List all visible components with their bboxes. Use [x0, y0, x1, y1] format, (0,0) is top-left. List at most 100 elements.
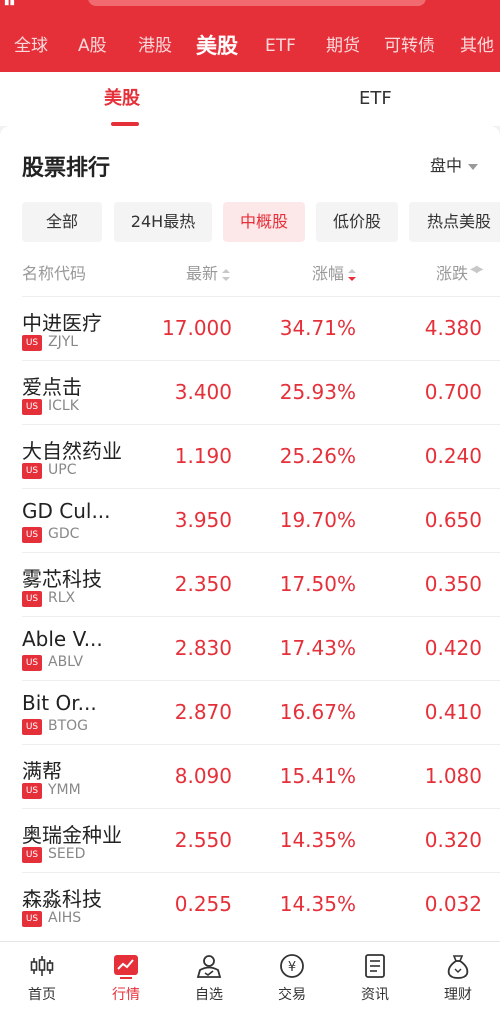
stock-change: 0.350 [424, 572, 482, 596]
nav-news[interactable]: 资讯 [333, 942, 417, 1009]
nav-trade[interactable]: ¥ 交易 [250, 942, 334, 1009]
filter-all[interactable]: 全部 [22, 202, 102, 242]
filter-hot-us[interactable]: 热点美股 [409, 202, 500, 242]
news-document-icon [365, 954, 385, 978]
filter-low-price[interactable]: 低价股 [316, 202, 398, 242]
column-header: 名称代码 最新 涨幅 涨跌 ◀▶ [0, 256, 500, 286]
row-divider [22, 552, 500, 553]
sub-tabs: 美股 ETF [0, 72, 500, 126]
stock-code: GDC [48, 526, 80, 542]
stock-row[interactable]: Bit Or... US BTOG 2.870 16.67% 0.410 [0, 680, 500, 744]
stock-pct: 14.35% [279, 828, 356, 852]
market-badge: US [22, 463, 42, 479]
trade-yen-icon: ¥ [280, 954, 304, 978]
nav-label: 自选 [195, 987, 223, 1003]
stock-price: 2.870 [174, 700, 232, 724]
stock-code: ZJYL [48, 334, 79, 350]
stock-row[interactable]: Able V... US ABLV 2.830 17.43% 0.420 [0, 616, 500, 680]
stock-name: GD Cul... [22, 499, 111, 523]
stock-name: 森淼科技 [22, 887, 102, 911]
filter-24h-hot[interactable]: 24H最热 [114, 202, 212, 242]
wealth-bag-icon [447, 955, 469, 979]
filter-chips: 全部 24H最热 中概股 低价股 热点美股 [22, 202, 500, 242]
bottom-nav: 首页 行情 自选 ¥ 交易 资讯 理财 [0, 941, 500, 1009]
stock-row[interactable]: 雾芯科技 US RLX 2.350 17.50% 0.350 [0, 552, 500, 616]
row-divider [22, 296, 500, 297]
stock-change: 0.032 [424, 892, 482, 916]
stock-pct: 17.50% [279, 572, 356, 596]
market-tab-etf[interactable]: ETF [265, 28, 296, 64]
stock-pct: 34.71% [279, 316, 356, 340]
stock-row[interactable]: 爱点击 US ICLK 3.400 25.93% 0.700 [0, 360, 500, 424]
market-tab-a-share[interactable]: A股 [78, 28, 107, 64]
col-latest-label: 最新 [186, 264, 219, 283]
stock-code: BTOG [48, 718, 89, 734]
market-badge: US [22, 527, 42, 543]
stock-change: 0.240 [424, 444, 482, 468]
col-pct[interactable]: 涨幅 [312, 260, 357, 284]
stock-pct: 15.41% [279, 764, 356, 788]
sort-icon [222, 268, 231, 281]
nav-home[interactable]: 首页 [0, 942, 84, 1009]
stock-ranking-card: 股票排行 盘中 全部 24H最热 中概股 低价股 热点美股 名称代码 最新 涨幅… [0, 126, 500, 941]
stock-price: 1.190 [174, 444, 232, 468]
market-chart-icon [114, 955, 138, 979]
row-divider [22, 872, 500, 873]
stock-change: 1.080 [424, 764, 482, 788]
top-header: ▮▮ 全球 A股 港股 美股 ETF 期货 可转债 其他 [0, 0, 500, 72]
col-name-code: 名称代码 [22, 264, 87, 283]
stock-price: 2.550 [174, 828, 232, 852]
nav-market[interactable]: 行情 [84, 942, 168, 1009]
stock-price: 3.950 [174, 508, 232, 532]
stock-row[interactable]: GD Cul... US GDC 3.950 19.70% 0.650 [0, 488, 500, 552]
search-bar[interactable] [88, 0, 426, 6]
col-latest[interactable]: 最新 [186, 260, 231, 284]
stock-change: 0.420 [424, 636, 482, 660]
market-badge: US [22, 783, 42, 799]
stock-price: 0.255 [174, 892, 232, 916]
stock-row[interactable]: 森淼科技 US AIHS 0.255 14.35% 0.032 [0, 872, 500, 936]
stock-name: Bit Or... [22, 691, 97, 715]
market-tab-us[interactable]: 美股 [196, 28, 238, 64]
stock-pct: 25.93% [279, 380, 356, 404]
stock-row[interactable]: 中进医疗 US ZJYL 17.000 34.71% 4.380 [0, 296, 500, 360]
stock-code: YMM [48, 782, 81, 798]
stock-code: RLX [48, 590, 76, 606]
col-change[interactable]: 涨跌 ◀▶ [436, 260, 483, 284]
stock-code: ICLK [48, 398, 79, 414]
market-badge: US [22, 335, 42, 351]
market-tab-other[interactable]: 其他 [460, 28, 494, 64]
stock-name: 满帮 [22, 759, 62, 783]
market-tab-global[interactable]: 全球 [14, 28, 48, 64]
stock-change: 0.410 [424, 700, 482, 724]
nav-wealth[interactable]: 理财 [416, 942, 500, 1009]
stock-pct: 17.43% [279, 636, 356, 660]
stock-name: 大自然药业 [22, 439, 122, 463]
session-selector[interactable]: 盘中 [430, 152, 478, 176]
nav-label: 首页 [28, 987, 56, 1003]
market-tab-hk[interactable]: 港股 [138, 28, 172, 64]
stock-name: 奥瑞金种业 [22, 823, 122, 847]
header-icon[interactable]: ▮▮ [4, 0, 22, 7]
nav-label: 交易 [278, 987, 306, 1003]
subtab-etf[interactable]: ETF [359, 72, 392, 126]
stock-row[interactable]: 大自然药业 US UPC 1.190 25.26% 0.240 [0, 424, 500, 488]
stock-row[interactable]: 满帮 US YMM 8.090 15.41% 1.080 [0, 744, 500, 808]
section-title: 股票排行 [22, 156, 111, 181]
stock-pct: 14.35% [279, 892, 356, 916]
stock-price: 8.090 [174, 764, 232, 788]
nav-watchlist[interactable]: 自选 [167, 942, 251, 1009]
nav-label: 资讯 [361, 987, 389, 1003]
col-change-label: 涨跌 [436, 264, 469, 283]
market-tab-convertible[interactable]: 可转债 [384, 28, 435, 64]
stock-row[interactable]: 奥瑞金种业 US SEED 2.550 14.35% 0.320 [0, 808, 500, 872]
subtab-us-stocks[interactable]: 美股 [104, 72, 140, 126]
market-tabs: 全球 A股 港股 美股 ETF 期货 可转债 其他 [0, 28, 500, 64]
sort-desc-icon [348, 268, 357, 281]
stock-price: 2.350 [174, 572, 232, 596]
filter-china-concept[interactable]: 中概股 [223, 202, 305, 242]
stock-code: AIHS [48, 910, 82, 926]
market-tab-futures[interactable]: 期货 [326, 28, 360, 64]
stock-code: ABLV [48, 654, 84, 670]
stock-change: 4.380 [424, 316, 482, 340]
